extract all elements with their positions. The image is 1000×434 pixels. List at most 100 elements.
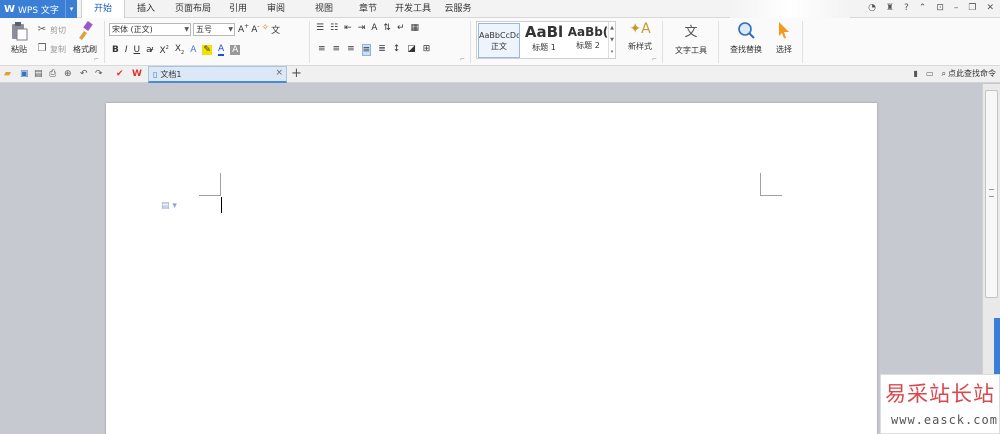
increase-indent-icon[interactable]: ⇥ [358, 23, 366, 33]
font-size-select[interactable]: 五号 ▼ [193, 23, 235, 36]
new-style-button[interactable]: ✦A 新样式 [622, 21, 658, 52]
fullscreen-icon[interactable]: ⊡ [936, 3, 944, 13]
select-button[interactable]: 选择 [770, 21, 798, 55]
text-effect-icon[interactable]: A [190, 45, 196, 55]
tab-chapter[interactable]: 章节 [353, 0, 383, 18]
superscript-icon[interactable]: X2 [160, 45, 169, 56]
side-panel-toggle[interactable] [994, 318, 1000, 374]
font-size-tools: A+ A- ✧ 文 [238, 23, 280, 36]
tab-view[interactable]: 视图 [309, 0, 339, 18]
redo-icon[interactable]: ↷ [95, 68, 103, 80]
chinese-layout-icon[interactable]: A [371, 23, 377, 33]
open-folder-icon[interactable]: ▰ [4, 68, 11, 80]
document-tab[interactable]: ▯ 文档1 × [148, 66, 287, 83]
new-tab-button[interactable]: + [291, 66, 302, 82]
styles-scroll[interactable]: ▲ ▼ ▾ [608, 22, 615, 58]
share-icon[interactable]: ▭ [926, 69, 934, 78]
search-icon: ⌕ [941, 68, 946, 78]
line-spacing-icon[interactable]: ↕ [393, 44, 401, 56]
style-normal[interactable]: AaBbCcDd 正文 [478, 23, 520, 58]
print-icon[interactable]: ⎙ [49, 68, 56, 80]
border-icon[interactable]: ⊞ [423, 44, 431, 56]
dialog-launcher-icon[interactable]: ⌐ [652, 56, 657, 63]
app-menu-dropdown-icon[interactable]: ▾ [65, 0, 77, 18]
app-title: WPS 文字 [18, 5, 59, 16]
bullet-list-icon[interactable]: ☰ [316, 23, 324, 33]
tab-cloud-service[interactable]: 云服务 [442, 0, 474, 18]
text-tools-button[interactable]: 文 文字工具 [668, 21, 714, 56]
tab-page-layout[interactable]: 页面布局 [169, 0, 217, 18]
tab-home[interactable]: 开始 [81, 0, 125, 19]
save-icon[interactable]: ▣ [20, 68, 29, 80]
doc-icon[interactable]: ▮ [914, 69, 918, 78]
export-pdf-icon[interactable]: ▤ [34, 68, 43, 80]
font-name-select[interactable]: 宋体 (正文) ▼ [109, 23, 191, 36]
find-replace-label: 查找替换 [730, 45, 762, 54]
scissors-icon: ✂ [37, 24, 47, 35]
skin-icon[interactable]: ◔ [868, 3, 876, 13]
find-replace-button[interactable]: 查找替换 [724, 21, 768, 55]
scrollbar-thumb[interactable] [985, 90, 998, 298]
copy-label: 复制 [50, 44, 66, 54]
margin-mark-top-left [220, 173, 221, 195]
minimize-icon[interactable]: – [954, 3, 959, 13]
decrease-indent-icon[interactable]: ⇤ [344, 23, 352, 33]
document-page[interactable]: ▤ ▾ [106, 103, 877, 434]
shading-icon[interactable]: ◪ [407, 44, 416, 56]
close-icon[interactable]: ✕ [986, 3, 994, 13]
table-grid-icon[interactable]: ▦ [411, 23, 420, 33]
print-preview-icon[interactable]: ⊕ [64, 68, 72, 80]
underline-icon[interactable]: U [134, 45, 141, 55]
app-menu-button[interactable]: W WPS 文字 ▾ [0, 0, 77, 18]
sort-icon[interactable]: ⇅ [383, 23, 391, 33]
shrink-font-icon[interactable]: A- [251, 23, 259, 36]
window-controls: ◔ ♜ ? ⌃ ⊡ – ❐ ✕ [868, 3, 994, 13]
undo-icon[interactable]: ↶ [80, 68, 88, 80]
command-search[interactable]: ▮ ▭ ⌕ 点此查找命令 [914, 68, 996, 79]
bold-icon[interactable]: B [112, 45, 119, 55]
new-style-icon: ✦A [629, 21, 651, 37]
tab-references[interactable]: 引用 [224, 0, 252, 18]
cut-button[interactable]: ✂ 剪切 [36, 24, 66, 36]
copy-button[interactable]: ❐ 复制 [36, 43, 66, 55]
wps-home-icon[interactable]: W [132, 68, 142, 80]
tab-insert[interactable]: 插入 [131, 0, 161, 18]
style-heading-2[interactable]: AaBb( 标题 2 [567, 23, 609, 58]
format-painter-button[interactable]: 格式刷 [72, 21, 98, 55]
grow-font-icon[interactable]: A+ [238, 23, 249, 36]
align-right-icon[interactable]: ≡ [347, 44, 355, 56]
paragraph-layout-icon[interactable]: ▤ ▾ [161, 201, 177, 211]
customize-icon[interactable]: ✔ [116, 68, 124, 80]
strikethrough-icon[interactable]: ꜻ [146, 45, 153, 55]
show-marks-icon[interactable]: ↵ [397, 23, 405, 33]
numbered-list-icon[interactable]: ☷ [330, 23, 338, 33]
shirt-icon[interactable]: ♜ [886, 3, 894, 13]
distributed-icon[interactable]: ≣ [378, 44, 386, 56]
close-tab-icon[interactable]: × [275, 68, 283, 78]
divider [802, 21, 803, 63]
margin-mark-top-right [760, 195, 782, 196]
tab-developer-tools[interactable]: 开发工具 [392, 0, 434, 18]
align-center-icon[interactable]: ≡ [333, 44, 341, 56]
divider [718, 21, 719, 63]
highlight-icon[interactable]: ✎ [202, 45, 212, 55]
phonetic-guide-icon[interactable]: 文 [271, 23, 280, 36]
char-shading-icon[interactable]: A [230, 45, 241, 55]
font-color-icon[interactable]: A [217, 44, 225, 56]
style-heading-1[interactable]: AaBl 标题 1 [522, 23, 566, 58]
restore-icon[interactable]: ❐ [968, 3, 976, 13]
align-left-icon[interactable]: ≡ [318, 44, 326, 56]
dialog-launcher-icon[interactable]: ⌐ [460, 56, 465, 63]
align-justify-icon[interactable]: ≡ [361, 44, 372, 56]
help-icon[interactable]: ? [904, 3, 909, 13]
dialog-launcher-icon[interactable]: ⌐ [94, 56, 99, 63]
margin-mark-top-left [199, 195, 221, 196]
format-painter-label: 格式刷 [73, 45, 97, 54]
chevron-up-icon[interactable]: ⌃ [919, 3, 927, 13]
paste-button[interactable]: 粘贴 [8, 21, 30, 55]
clear-format-icon[interactable]: ✧ [262, 23, 270, 36]
subscript-icon[interactable]: X2 [175, 44, 184, 56]
italic-icon[interactable]: I [125, 45, 128, 55]
paragraph-list-tools: ☰ ☷ ⇤ ⇥ A ⇅ ↵ ▦ [316, 23, 419, 33]
tab-review[interactable]: 审阅 [261, 0, 291, 18]
